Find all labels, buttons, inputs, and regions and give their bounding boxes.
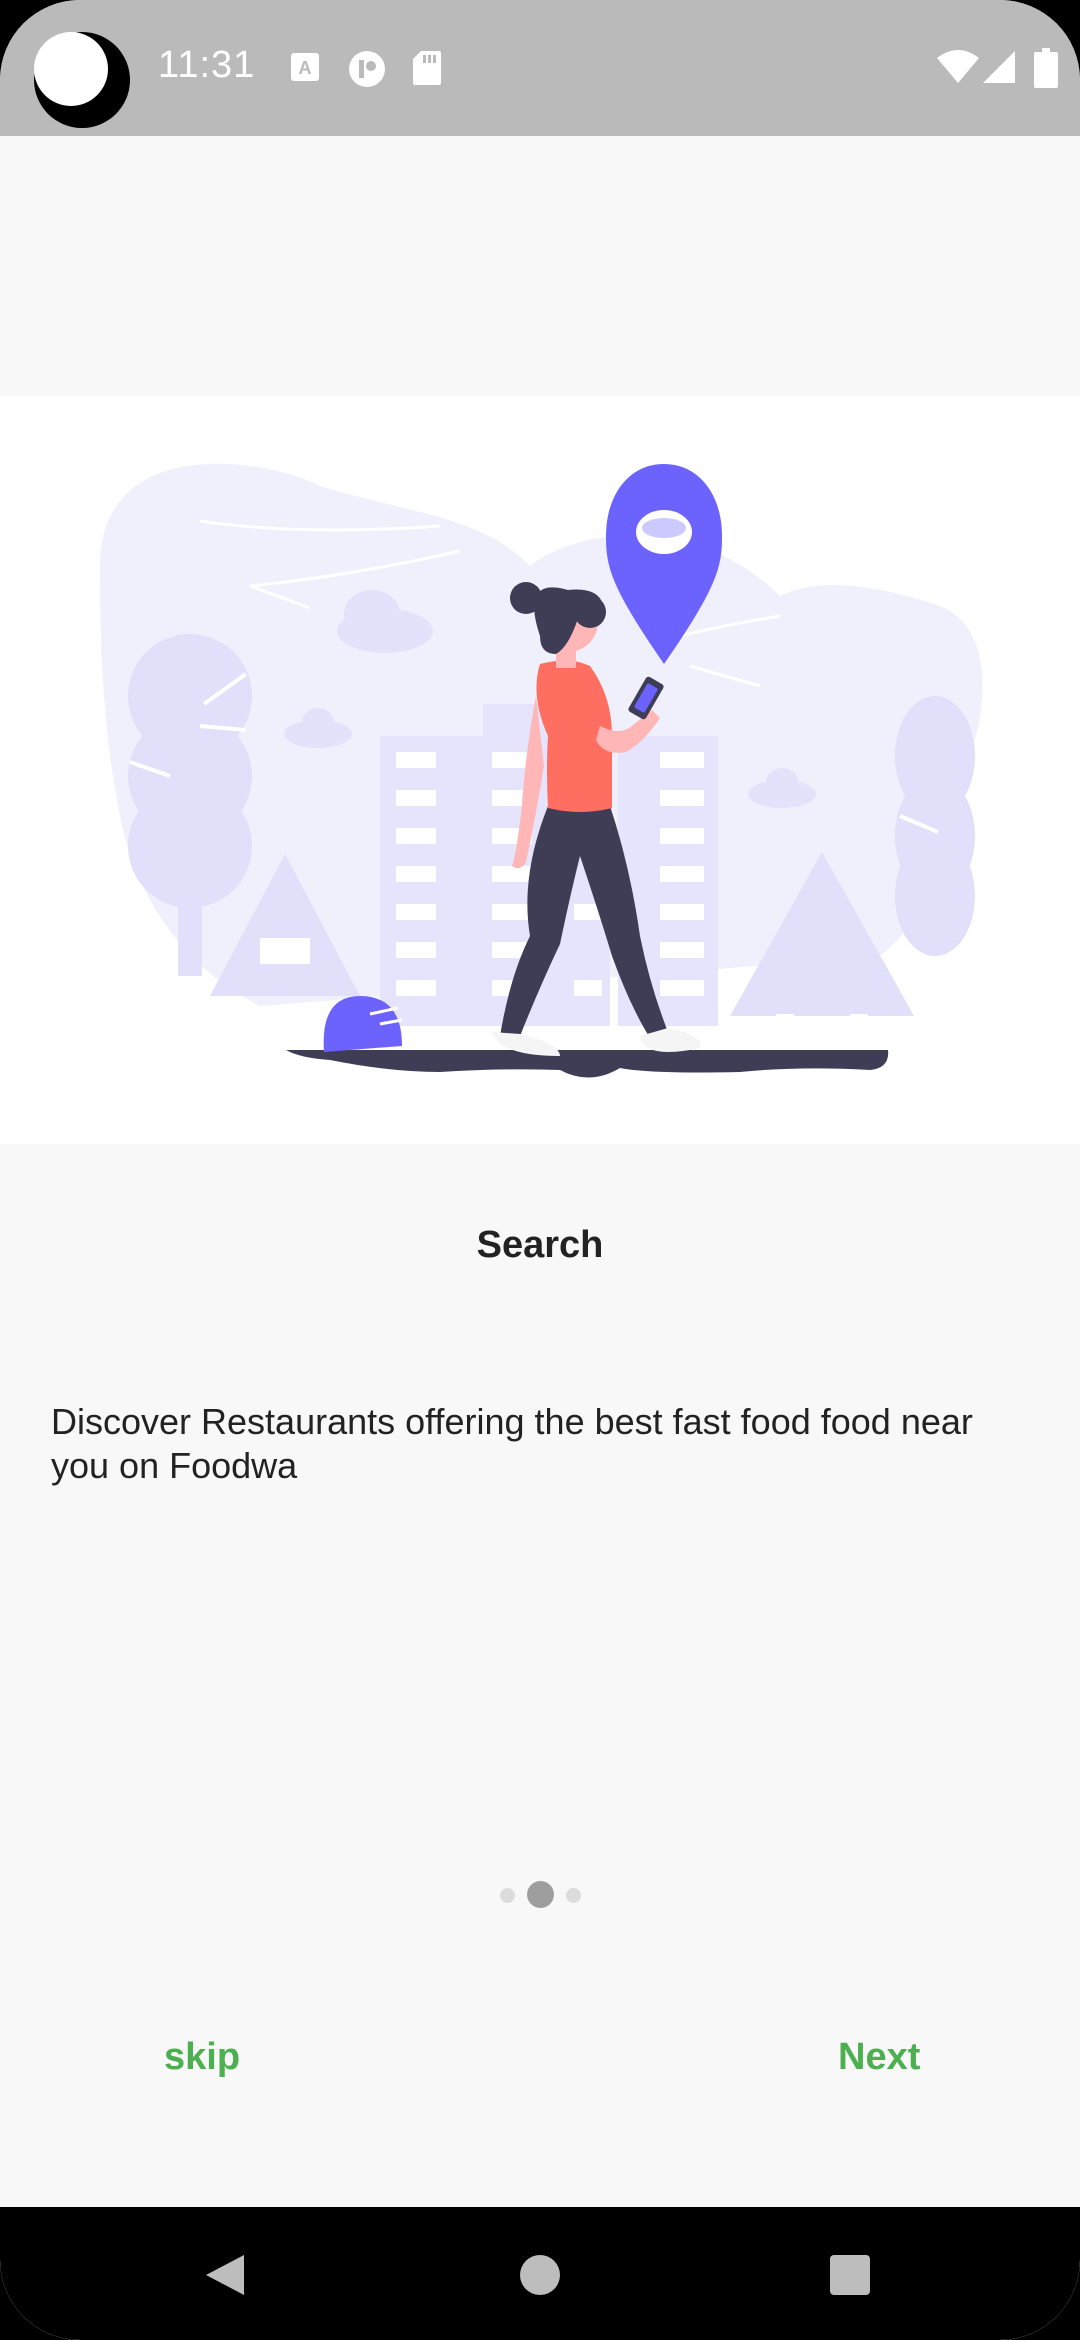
status-time: 11:31 <box>158 44 256 86</box>
svg-text:A: A <box>299 58 312 78</box>
onboarding-illustration <box>0 396 1080 1144</box>
system-navigation-bar <box>0 2207 1080 2340</box>
font-icon: A <box>291 53 319 81</box>
wifi-icon <box>937 50 979 83</box>
sd-card-icon <box>413 51 441 85</box>
page-dot-2-active[interactable] <box>527 1881 554 1908</box>
page-indicator <box>0 1880 1080 1910</box>
skip-button[interactable]: skip <box>164 2036 240 2079</box>
app-icon <box>349 51 385 87</box>
recents-icon[interactable] <box>829 2254 871 2296</box>
onboarding-description: Discover Restaurants offering the best f… <box>51 1401 973 1486</box>
onboarding-title: Search <box>476 1224 604 1266</box>
back-icon[interactable] <box>204 2253 246 2297</box>
next-button[interactable]: Next <box>838 2036 920 2079</box>
battery-icon <box>1034 48 1058 88</box>
person-with-map-pin-illustration <box>100 463 983 1078</box>
cell-signal-icon <box>983 51 1015 83</box>
page-dot-3[interactable] <box>566 1888 581 1903</box>
camera-lens <box>34 32 108 106</box>
status-bar: 11:31 A <box>0 0 1080 136</box>
page-dot-1[interactable] <box>500 1888 515 1903</box>
app-screen: 11:31 A Search Discover Restaurants offe… <box>0 0 1080 2340</box>
home-icon[interactable] <box>519 2254 561 2296</box>
